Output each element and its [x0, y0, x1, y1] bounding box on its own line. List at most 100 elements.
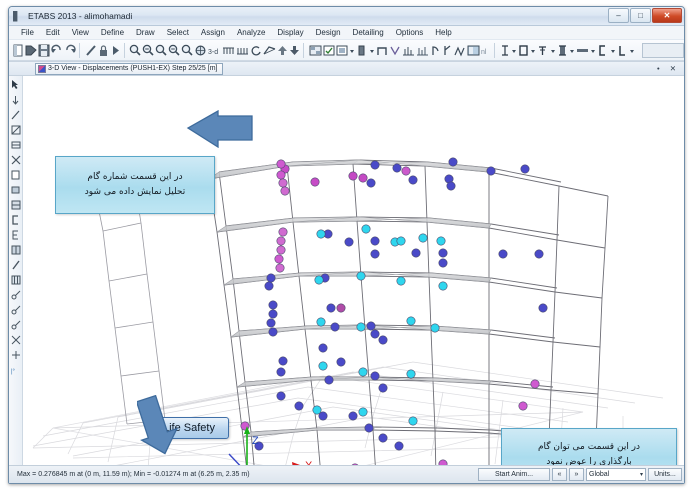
draw-secondary-beam-icon[interactable]: [10, 228, 22, 241]
show-tables-icon[interactable]: [336, 42, 348, 59]
deformed-shape-icon[interactable]: [416, 42, 429, 59]
section-cut-icon[interactable]: [402, 42, 415, 59]
elevation-view-icon[interactable]: [236, 42, 249, 59]
move-up-icon[interactable]: [277, 42, 288, 59]
zoom-in-icon[interactable]: [129, 42, 141, 59]
units-button[interactable]: Units...: [648, 468, 682, 481]
box-section-icon[interactable]: [518, 42, 529, 59]
rotate-view-icon[interactable]: [250, 42, 262, 59]
menu-bar: File Edit View Define Draw Select Assign…: [9, 26, 684, 40]
zoom-previous-icon[interactable]: [155, 42, 167, 59]
run-analysis-icon[interactable]: [110, 42, 121, 59]
close-button[interactable]: ✕: [652, 8, 682, 23]
plan-view-icon[interactable]: [222, 42, 235, 59]
menu-file[interactable]: File: [15, 26, 40, 40]
i-section-icon[interactable]: [500, 42, 510, 59]
menu-select[interactable]: Select: [161, 26, 195, 40]
chevron-down-icon[interactable]: [569, 42, 575, 59]
menu-display[interactable]: Display: [271, 26, 309, 40]
line-draw-icon[interactable]: [85, 42, 97, 59]
menu-assign[interactable]: Assign: [195, 26, 231, 40]
chevron-down-icon[interactable]: [609, 42, 615, 59]
model-view-canvas[interactable]: Z X: [23, 76, 684, 483]
chevron-down-icon[interactable]: [590, 42, 596, 59]
coordinate-system-combo[interactable]: Global ▾: [586, 468, 646, 481]
chevron-down-icon[interactable]: [368, 42, 374, 59]
assign-frame-icon[interactable]: [356, 42, 367, 59]
menu-draw[interactable]: Draw: [130, 26, 161, 40]
next-step-button[interactable]: »: [569, 468, 584, 481]
draw-column-icon[interactable]: [10, 213, 22, 226]
chevron-down-icon[interactable]: [549, 42, 555, 59]
deselect-icon[interactable]: [10, 153, 22, 166]
angle-section-icon[interactable]: [617, 42, 628, 59]
mdi-area: 3-D View - Displacements (PUSH1-EX) Step…: [9, 61, 684, 483]
object-assigns-icon[interactable]: [323, 42, 335, 59]
plate-section-icon[interactable]: [576, 42, 589, 59]
menu-detailing[interactable]: Detailing: [347, 26, 390, 40]
draw-wall-icon[interactable]: [10, 243, 22, 256]
step-callout-line-1: در این قسمت شماره گام: [87, 172, 183, 183]
menu-options[interactable]: Options: [390, 26, 430, 40]
perspective-icon[interactable]: [263, 42, 276, 59]
step-callout: در این قسمت شماره گام تحلیل نمایش داده م…: [55, 156, 215, 214]
draw-point-icon[interactable]: [10, 183, 22, 196]
line-select-icon[interactable]: [10, 108, 22, 121]
open-model-icon[interactable]: [25, 42, 37, 59]
menu-help[interactable]: Help: [429, 26, 457, 40]
intersecting-line-icon[interactable]: [10, 138, 22, 151]
draw-grid-icon[interactable]: [10, 288, 22, 301]
save-icon[interactable]: [38, 42, 50, 59]
status-message: Max = 0.276845 m at (0 m, 11.59 m); Min …: [17, 471, 250, 478]
snap-midpoint-icon[interactable]: [10, 318, 22, 331]
pointer-select-icon[interactable]: [10, 78, 22, 91]
draw-area-icon[interactable]: [389, 42, 401, 59]
snap-point-icon[interactable]: [10, 303, 22, 316]
channel-section-icon[interactable]: [597, 42, 608, 59]
menu-design[interactable]: Design: [310, 26, 347, 40]
pan-icon[interactable]: [194, 42, 207, 59]
set-display-options-icon[interactable]: [309, 42, 322, 59]
zoom-out-icon[interactable]: [168, 42, 180, 59]
minimize-button[interactable]: –: [608, 8, 629, 23]
undo-icon[interactable]: [51, 42, 63, 59]
chevron-down-icon[interactable]: [629, 42, 635, 59]
previous-step-button[interactable]: «: [552, 468, 567, 481]
reshape-icon[interactable]: [10, 168, 22, 181]
diagram-icon[interactable]: [454, 42, 466, 59]
tee-section-icon[interactable]: [537, 42, 548, 59]
3d-view-icon[interactable]: 3-d: [208, 42, 221, 59]
section-property-combo[interactable]: [642, 42, 684, 58]
chevron-down-icon[interactable]: [530, 42, 536, 59]
chevron-down-icon[interactable]: [511, 42, 517, 59]
view-tab-3d[interactable]: 3-D View - Displacements (PUSH1-EX) Step…: [35, 62, 223, 75]
draw-beam-icon[interactable]: [10, 198, 22, 211]
redo-icon[interactable]: [64, 42, 76, 59]
zoom-extents-icon[interactable]: [142, 42, 154, 59]
view-close-icon[interactable]: • ✕: [657, 64, 680, 73]
poly-select-icon[interactable]: [10, 123, 22, 136]
menu-define[interactable]: Define: [95, 26, 130, 40]
move-down-icon[interactable]: [289, 42, 300, 59]
menu-view[interactable]: View: [66, 26, 95, 40]
new-model-icon[interactable]: [13, 42, 24, 59]
draw-floor-icon[interactable]: [10, 258, 22, 271]
energy-plot-icon[interactable]: [467, 42, 480, 59]
maximize-button[interactable]: □: [630, 8, 651, 23]
hinge-results-icon[interactable]: [442, 42, 453, 59]
snap-perpendicular-icon[interactable]: [10, 333, 22, 346]
select-all-icon[interactable]: [10, 93, 22, 106]
menu-edit[interactable]: Edit: [40, 26, 66, 40]
start-animation-button[interactable]: Start Anim...: [478, 468, 550, 481]
lock-model-icon[interactable]: [98, 42, 109, 59]
wide-flange-icon[interactable]: [557, 42, 568, 59]
snap-intersection-icon[interactable]: [10, 348, 22, 361]
menu-analyze[interactable]: Analyze: [231, 26, 271, 40]
draw-line-icon[interactable]: [10, 273, 22, 286]
set-units-icon[interactable]: |°: [10, 363, 22, 376]
zoom-window-icon[interactable]: [181, 42, 193, 59]
draw-frame-icon[interactable]: [376, 42, 388, 59]
text-label-icon[interactable]: nl: [481, 42, 491, 59]
member-forces-icon[interactable]: [430, 42, 441, 59]
chevron-down-icon[interactable]: [349, 42, 355, 59]
